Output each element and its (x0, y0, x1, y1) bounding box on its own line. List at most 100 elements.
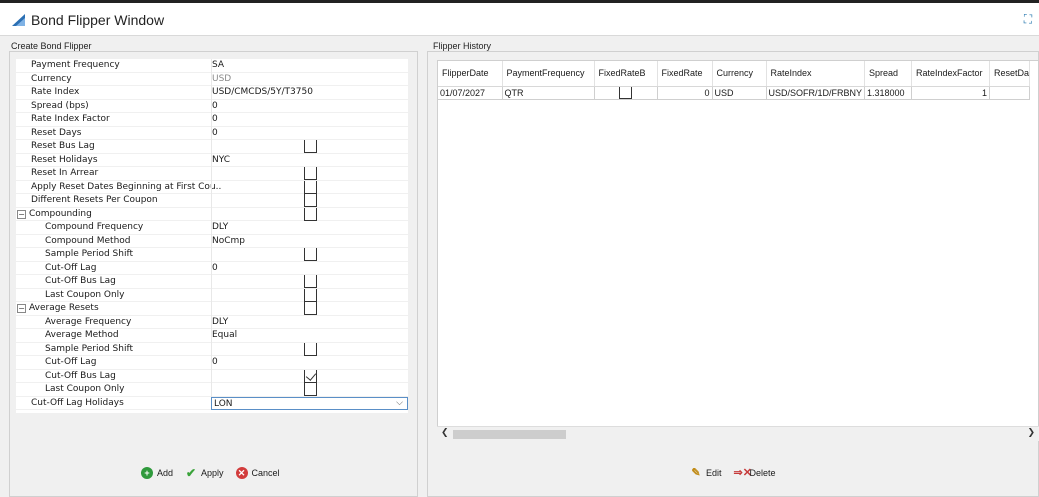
column-header[interactable]: RateIndex (766, 61, 866, 87)
collapse-icon[interactable]: − (17, 304, 26, 313)
property-value[interactable]: DLY (212, 222, 228, 232)
horizontal-scrollbar[interactable]: ❮ ❯ (437, 426, 1039, 441)
property-value[interactable]: DLY (212, 317, 228, 327)
property-row[interactable]: Payment Frequency SA (16, 59, 408, 73)
property-row[interactable]: Sample Period Shift (16, 342, 408, 356)
apply-button[interactable]: ✔ Apply (185, 467, 224, 479)
property-row[interactable]: Cut-Off Lag 0 (16, 261, 408, 275)
property-checkbox[interactable] (304, 369, 317, 383)
maximize-icon[interactable]: ⛶ (1021, 12, 1035, 26)
table-cell[interactable]: 1 (911, 86, 991, 100)
pencil-icon: ✎ (691, 467, 701, 479)
scroll-right-icon[interactable]: ❯ (1027, 428, 1035, 438)
holidays-select[interactable]: LON ⌵ (211, 396, 408, 410)
property-checkbox[interactable] (304, 342, 317, 356)
column-separator (211, 383, 212, 397)
column-header[interactable]: FixedRateB (594, 61, 658, 87)
delete-icon: ⇒✕ (733, 467, 752, 479)
property-row[interactable]: Average Method Equal (16, 329, 408, 343)
table-cell[interactable] (594, 86, 658, 100)
property-checkbox[interactable] (304, 275, 317, 288)
add-button[interactable]: + Add (141, 467, 173, 479)
property-value[interactable]: 0 (212, 101, 218, 111)
property-checkbox[interactable] (304, 140, 317, 153)
column-header[interactable]: FlipperDate (438, 61, 503, 87)
property-value[interactable]: 0 (212, 263, 218, 273)
property-label: Sample Period Shift (45, 249, 133, 259)
column-header[interactable]: PaymentFrequency (502, 61, 595, 87)
property-label: Currency (31, 73, 72, 84)
property-row[interactable]: Different Resets Per Coupon (16, 194, 408, 208)
property-value[interactable]: USD (212, 74, 231, 84)
property-row[interactable]: Compound Method NoCmp (16, 234, 408, 248)
top-strip (0, 0, 1039, 3)
table-cell[interactable] (989, 86, 1031, 100)
scroll-left-icon[interactable]: ❮ (441, 428, 449, 438)
column-separator (211, 369, 212, 383)
table-cell[interactable]: 1.318000 (864, 86, 913, 100)
property-label: Average Method (45, 330, 119, 340)
checkmark-icon: ✔ (185, 466, 197, 480)
column-header[interactable]: ResetDa (989, 61, 1031, 87)
property-value[interactable]: USD/CMCDS/5Y/T3750 (212, 87, 313, 97)
property-checkbox[interactable] (304, 302, 317, 315)
property-value[interactable]: 0 (212, 114, 218, 124)
property-row[interactable]: Reset In Arrear (16, 167, 408, 181)
scrollbar-thumb[interactable] (453, 430, 566, 439)
property-row[interactable]: Cut-Off Bus Lag (16, 369, 408, 383)
property-row[interactable]: Currency USD (16, 72, 408, 86)
property-label: Average Resets (29, 303, 99, 313)
column-header[interactable]: Spread (864, 61, 913, 87)
title-bar: Bond Flipper Window ⛶ (0, 0, 1039, 36)
table-cell[interactable]: USD/SOFR/1D/FRBNY (766, 86, 866, 100)
property-group-row[interactable]: − Compounding (16, 207, 408, 221)
table-checkbox[interactable] (619, 86, 632, 99)
property-checkbox[interactable] (304, 248, 317, 261)
property-row[interactable]: Rate Index Factor 0 (16, 113, 408, 127)
property-row[interactable]: Reset Holidays NYC (16, 153, 408, 167)
property-value[interactable]: SA (212, 60, 224, 70)
column-header[interactable]: Currency (712, 61, 767, 87)
chevron-down-icon[interactable]: ⌵ (396, 398, 403, 408)
table-cell[interactable]: QTR (502, 86, 595, 100)
property-row[interactable]: Reset Days 0 (16, 126, 408, 140)
property-row[interactable]: Compound Frequency DLY (16, 221, 408, 235)
property-checkbox[interactable] (304, 167, 317, 180)
property-row[interactable]: Last Coupon Only (16, 288, 408, 302)
table-cell[interactable]: 01/07/2027 (438, 86, 503, 100)
property-value[interactable]: NYC (212, 155, 230, 165)
edit-button[interactable]: ✎ Edit (690, 467, 721, 479)
column-separator (211, 248, 212, 262)
property-group-row[interactable]: − Average Resets (16, 302, 408, 316)
property-row[interactable]: Rate Index USD/CMCDS/5Y/T3750 (16, 86, 408, 100)
property-row[interactable]: Cut-Off Bus Lag (16, 275, 408, 289)
table-cell[interactable]: 0 (657, 86, 713, 100)
column-header[interactable]: RateIndexFactor (911, 61, 991, 87)
column-separator (211, 275, 212, 289)
property-row[interactable]: Sample Period Shift (16, 248, 408, 262)
property-checkbox[interactable] (304, 288, 317, 302)
table-cell[interactable]: USD (712, 86, 767, 100)
property-row[interactable]: Last Coupon Only (16, 383, 408, 397)
property-value[interactable]: Equal (212, 330, 237, 340)
property-checkbox[interactable] (304, 194, 317, 207)
property-checkbox[interactable] (304, 180, 317, 194)
column-separator (211, 302, 212, 316)
property-checkbox[interactable] (304, 383, 317, 396)
property-row[interactable]: Spread (bps) 0 (16, 99, 408, 113)
property-row[interactable]: Reset Bus Lag (16, 140, 408, 154)
property-value[interactable]: 0 (212, 128, 218, 138)
cancel-button[interactable]: ✕ Cancel (235, 467, 280, 479)
property-value[interactable]: NoCmp (212, 236, 245, 246)
property-row[interactable]: Cut-Off Lag Holidays LON ⌵ (16, 396, 408, 410)
table-row[interactable]: 01/07/2027 QTR 0 USD USD/SOFR/1D/FRBNY 1.3180… (438, 86, 1031, 100)
delete-button[interactable]: ⇒✕ Delete (734, 467, 776, 479)
property-value[interactable]: 0 (212, 357, 218, 367)
property-row[interactable]: Cut-Off Lag 0 (16, 356, 408, 370)
property-row[interactable]: Average Frequency DLY (16, 315, 408, 329)
column-header[interactable]: FixedRate (657, 61, 713, 87)
collapse-icon[interactable]: − (17, 209, 26, 219)
property-checkbox[interactable] (304, 207, 317, 221)
property-label: Average Frequency (45, 316, 132, 327)
property-row[interactable]: Apply Reset Dates Beginning at First Cou… (16, 180, 408, 194)
